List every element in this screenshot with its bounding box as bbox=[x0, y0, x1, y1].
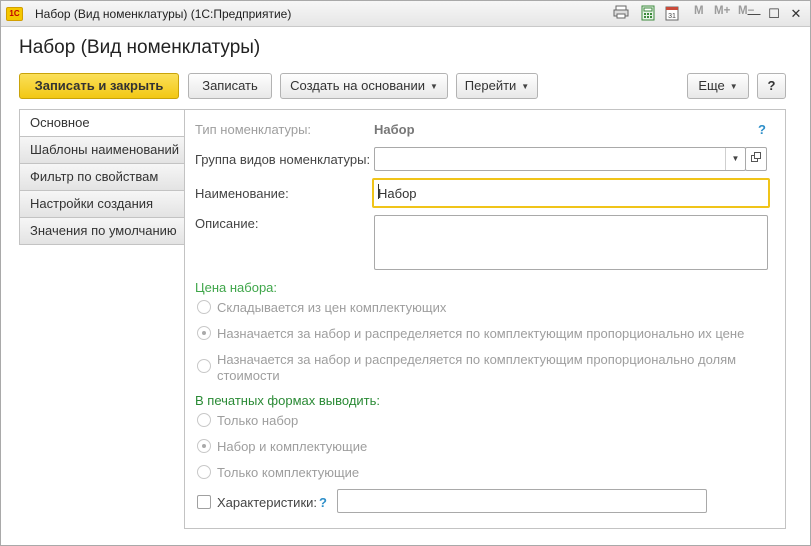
name-label: Наименование: bbox=[195, 186, 289, 201]
item-type-label: Тип номенклатуры: bbox=[195, 122, 312, 137]
tab-creation-settings[interactable]: Настройки создания bbox=[19, 190, 185, 217]
radio-price-by-component-price[interactable] bbox=[197, 326, 211, 340]
price-group-title: Цена набора: bbox=[195, 280, 278, 295]
radio-print-components-only-label: Только комплектующие bbox=[217, 465, 360, 480]
calendar-icon[interactable]: 31 bbox=[663, 5, 681, 23]
radio-print-set-only-label: Только набор bbox=[217, 413, 299, 428]
window-title: Набор (Вид номенклатуры) (1С:Предприятие… bbox=[35, 7, 292, 21]
app-logo-icon: 1С bbox=[6, 7, 23, 21]
tab-default-values[interactable]: Значения по умолчанию bbox=[19, 217, 185, 245]
save-and-close-button[interactable]: Записать и закрыть bbox=[19, 73, 179, 99]
description-textarea[interactable] bbox=[374, 215, 768, 270]
characteristics-help-icon[interactable]: ? bbox=[319, 495, 327, 510]
chevron-down-icon: ▼ bbox=[729, 82, 738, 91]
characteristics-checkbox[interactable] bbox=[197, 495, 211, 509]
memory-store-button[interactable]: M bbox=[694, 5, 704, 17]
save-button[interactable]: Записать bbox=[188, 73, 272, 99]
name-input-value: Набор bbox=[378, 186, 417, 201]
group-label: Группа видов номенклатуры: bbox=[195, 152, 371, 167]
goto-label: Перейти bbox=[464, 78, 517, 93]
radio-price-sum-of-components[interactable] bbox=[197, 300, 211, 314]
more-button[interactable]: Еще ▼ bbox=[687, 73, 749, 99]
maximize-button[interactable]: ☐ bbox=[764, 4, 784, 24]
radio-price-by-component-price-label: Назначается за набор и распределяется по… bbox=[217, 326, 745, 341]
tab-property-filter[interactable]: Фильтр по свойствам bbox=[19, 163, 185, 190]
page-title: Набор (Вид номенклатуры) bbox=[19, 37, 261, 58]
radio-price-by-cost-share[interactable] bbox=[197, 359, 211, 373]
minimize-button[interactable]: — bbox=[744, 4, 764, 24]
more-label: Еще bbox=[698, 78, 725, 93]
tab-name-templates[interactable]: Шаблоны наименований bbox=[19, 136, 185, 163]
characteristics-label: Характеристики: bbox=[217, 495, 318, 510]
svg-text:31: 31 bbox=[668, 13, 676, 20]
item-type-help-icon[interactable]: ? bbox=[758, 122, 766, 137]
form-window: 1С Набор (Вид номенклатуры) (1С:Предприя… bbox=[0, 0, 811, 546]
group-field[interactable]: ▼ bbox=[374, 147, 746, 171]
goto-button[interactable]: Перейти ▼ bbox=[456, 73, 538, 99]
calculator-icon[interactable] bbox=[639, 5, 657, 23]
chevron-down-icon[interactable]: ▼ bbox=[725, 148, 745, 170]
print-icon[interactable] bbox=[612, 5, 630, 23]
characteristics-input[interactable] bbox=[337, 489, 707, 513]
radio-print-set-only[interactable] bbox=[197, 413, 211, 427]
radio-price-by-cost-share-label-line2: стоимости bbox=[217, 368, 280, 383]
memory-add-button[interactable]: M+ bbox=[714, 5, 730, 17]
radio-price-by-cost-share-label: Назначается за набор и распределяется по… bbox=[217, 352, 737, 367]
help-button[interactable]: ? bbox=[757, 73, 786, 99]
item-type-value: Набор bbox=[374, 122, 415, 137]
print-group-title: В печатных формах выводить: bbox=[195, 393, 381, 408]
radio-price-sum-of-components-label: Складывается из цен комплектующих bbox=[217, 300, 447, 315]
radio-print-components-only[interactable] bbox=[197, 465, 211, 479]
close-button[interactable]: ✕ bbox=[786, 4, 806, 24]
create-based-on-button[interactable]: Создать на основании ▼ bbox=[280, 73, 448, 99]
create-based-on-label: Создать на основании bbox=[290, 78, 425, 93]
title-bar: 1С Набор (Вид номенклатуры) (1С:Предприя… bbox=[1, 1, 810, 27]
chevron-down-icon: ▼ bbox=[521, 82, 530, 91]
radio-print-set-and-components-label: Набор и комплектующие bbox=[217, 439, 368, 454]
chevron-down-icon: ▼ bbox=[429, 82, 438, 91]
radio-print-set-and-components[interactable] bbox=[197, 439, 211, 453]
tab-main[interactable]: Основное bbox=[19, 109, 186, 136]
name-input[interactable]: Набор bbox=[372, 178, 770, 208]
description-label: Описание: bbox=[195, 216, 259, 231]
content-panel: Тип номенклатуры: Набор ? Группа видов н… bbox=[184, 109, 786, 529]
open-icon[interactable] bbox=[745, 147, 767, 171]
